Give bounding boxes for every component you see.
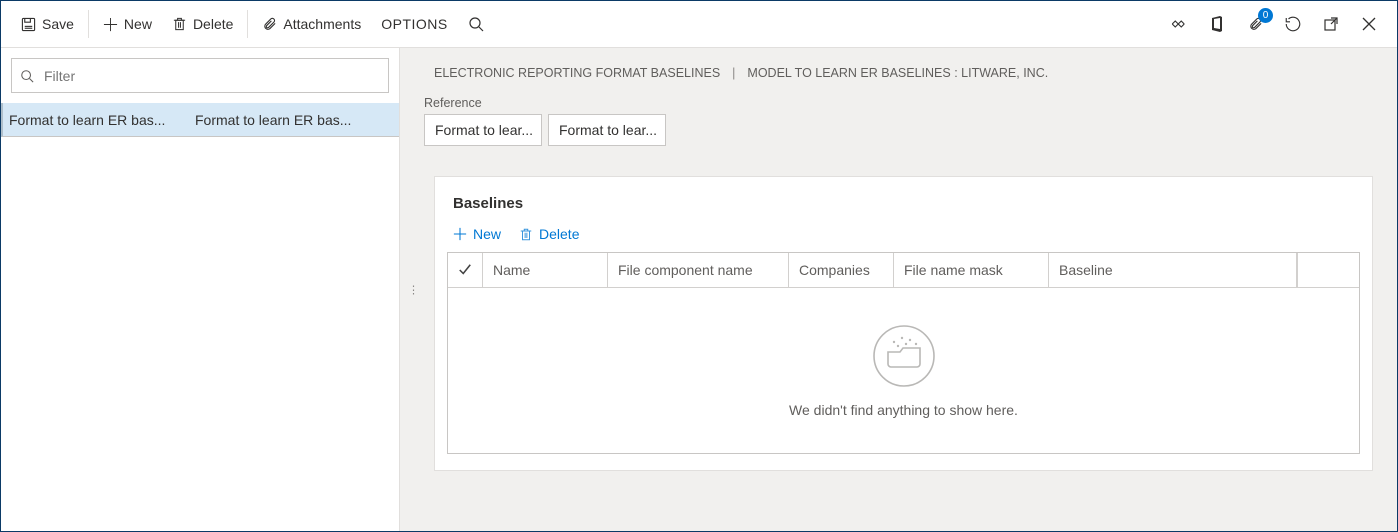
close-icon[interactable] [1359, 14, 1379, 34]
delete-label: Delete [193, 16, 233, 32]
search-icon [468, 16, 484, 32]
popout-icon[interactable] [1321, 14, 1341, 34]
list-cell-1: Format to learn ER bas... [9, 112, 195, 128]
paperclip-icon [262, 16, 277, 32]
table-header: Name File component name Companies File … [448, 253, 1359, 288]
list-cell-2: Format to learn ER bas... [195, 112, 393, 128]
workspace: Format to learn ER bas... Format to lear… [1, 48, 1397, 531]
card-new-button[interactable]: New [453, 226, 501, 242]
left-pane: Format to learn ER bas... Format to lear… [1, 48, 400, 531]
card-delete-button[interactable]: Delete [519, 226, 579, 242]
attach-badge: 0 [1258, 8, 1273, 23]
new-button[interactable]: New [93, 6, 162, 42]
connector-icon[interactable] [1169, 14, 1189, 34]
new-label: New [124, 16, 152, 32]
save-label: Save [42, 16, 74, 32]
card-delete-label: Delete [539, 226, 579, 242]
filter-wrap [1, 48, 399, 103]
refresh-icon[interactable] [1283, 14, 1303, 34]
column-select[interactable] [448, 253, 483, 287]
plus-icon [103, 17, 118, 32]
filter-input[interactable] [11, 58, 389, 93]
empty-state: We didn't find anything to show here. [448, 288, 1359, 453]
reference-label: Reference [400, 90, 1397, 114]
baselines-card: Baselines New Delete [434, 176, 1373, 471]
pane-resize-handle[interactable]: ⋮ [408, 283, 417, 296]
save-icon [21, 17, 36, 32]
search-button[interactable] [458, 6, 494, 42]
trash-icon [519, 227, 533, 242]
column-name[interactable]: Name [483, 253, 608, 287]
column-companies[interactable]: Companies [789, 253, 894, 287]
breadcrumb: ELECTRONIC REPORTING FORMAT BASELINES | … [400, 48, 1397, 90]
breadcrumb-b: MODEL TO LEARN ER BASELINES : LITWARE, I… [747, 66, 1048, 80]
right-icons: 0 [1169, 14, 1387, 34]
filter-field[interactable] [42, 67, 380, 85]
column-file-mask[interactable]: File name mask [894, 253, 1049, 287]
separator [88, 10, 89, 38]
breadcrumb-a[interactable]: ELECTRONIC REPORTING FORMAT BASELINES [434, 66, 720, 80]
office-icon[interactable] [1207, 14, 1227, 34]
table-wrap: Name File component name Companies File … [435, 252, 1372, 454]
action-pane: Save New Delete Attachments OPTIONS [1, 1, 1397, 48]
baselines-table: Name File component name Companies File … [447, 252, 1360, 454]
card-new-label: New [473, 226, 501, 242]
column-baseline[interactable]: Baseline [1049, 253, 1297, 287]
attachments-label: Attachments [283, 16, 361, 32]
breadcrumb-separator: | [732, 66, 735, 80]
card-actions: New Delete [435, 220, 1372, 252]
trash-icon [172, 16, 187, 32]
options-label: OPTIONS [381, 16, 448, 32]
reference-value-2[interactable]: Format to lear... [548, 114, 666, 146]
empty-folder-icon [872, 324, 936, 388]
reference-row: Format to lear... Format to lear... [400, 114, 1397, 146]
plus-icon [453, 227, 467, 241]
column-spacer [1297, 253, 1359, 287]
search-icon [20, 69, 34, 83]
options-button[interactable]: OPTIONS [371, 6, 458, 42]
separator [247, 10, 248, 38]
delete-button[interactable]: Delete [162, 6, 243, 42]
save-button[interactable]: Save [11, 6, 84, 42]
reference-value-1[interactable]: Format to lear... [424, 114, 542, 146]
right-pane: ⋮ ELECTRONIC REPORTING FORMAT BASELINES … [400, 48, 1397, 531]
card-title: Baselines [435, 177, 1372, 220]
attach-doc-icon[interactable]: 0 [1245, 14, 1265, 34]
list-row[interactable]: Format to learn ER bas... Format to lear… [1, 103, 399, 137]
attachments-button[interactable]: Attachments [252, 6, 371, 42]
empty-text: We didn't find anything to show here. [789, 402, 1018, 418]
column-file-component[interactable]: File component name [608, 253, 789, 287]
